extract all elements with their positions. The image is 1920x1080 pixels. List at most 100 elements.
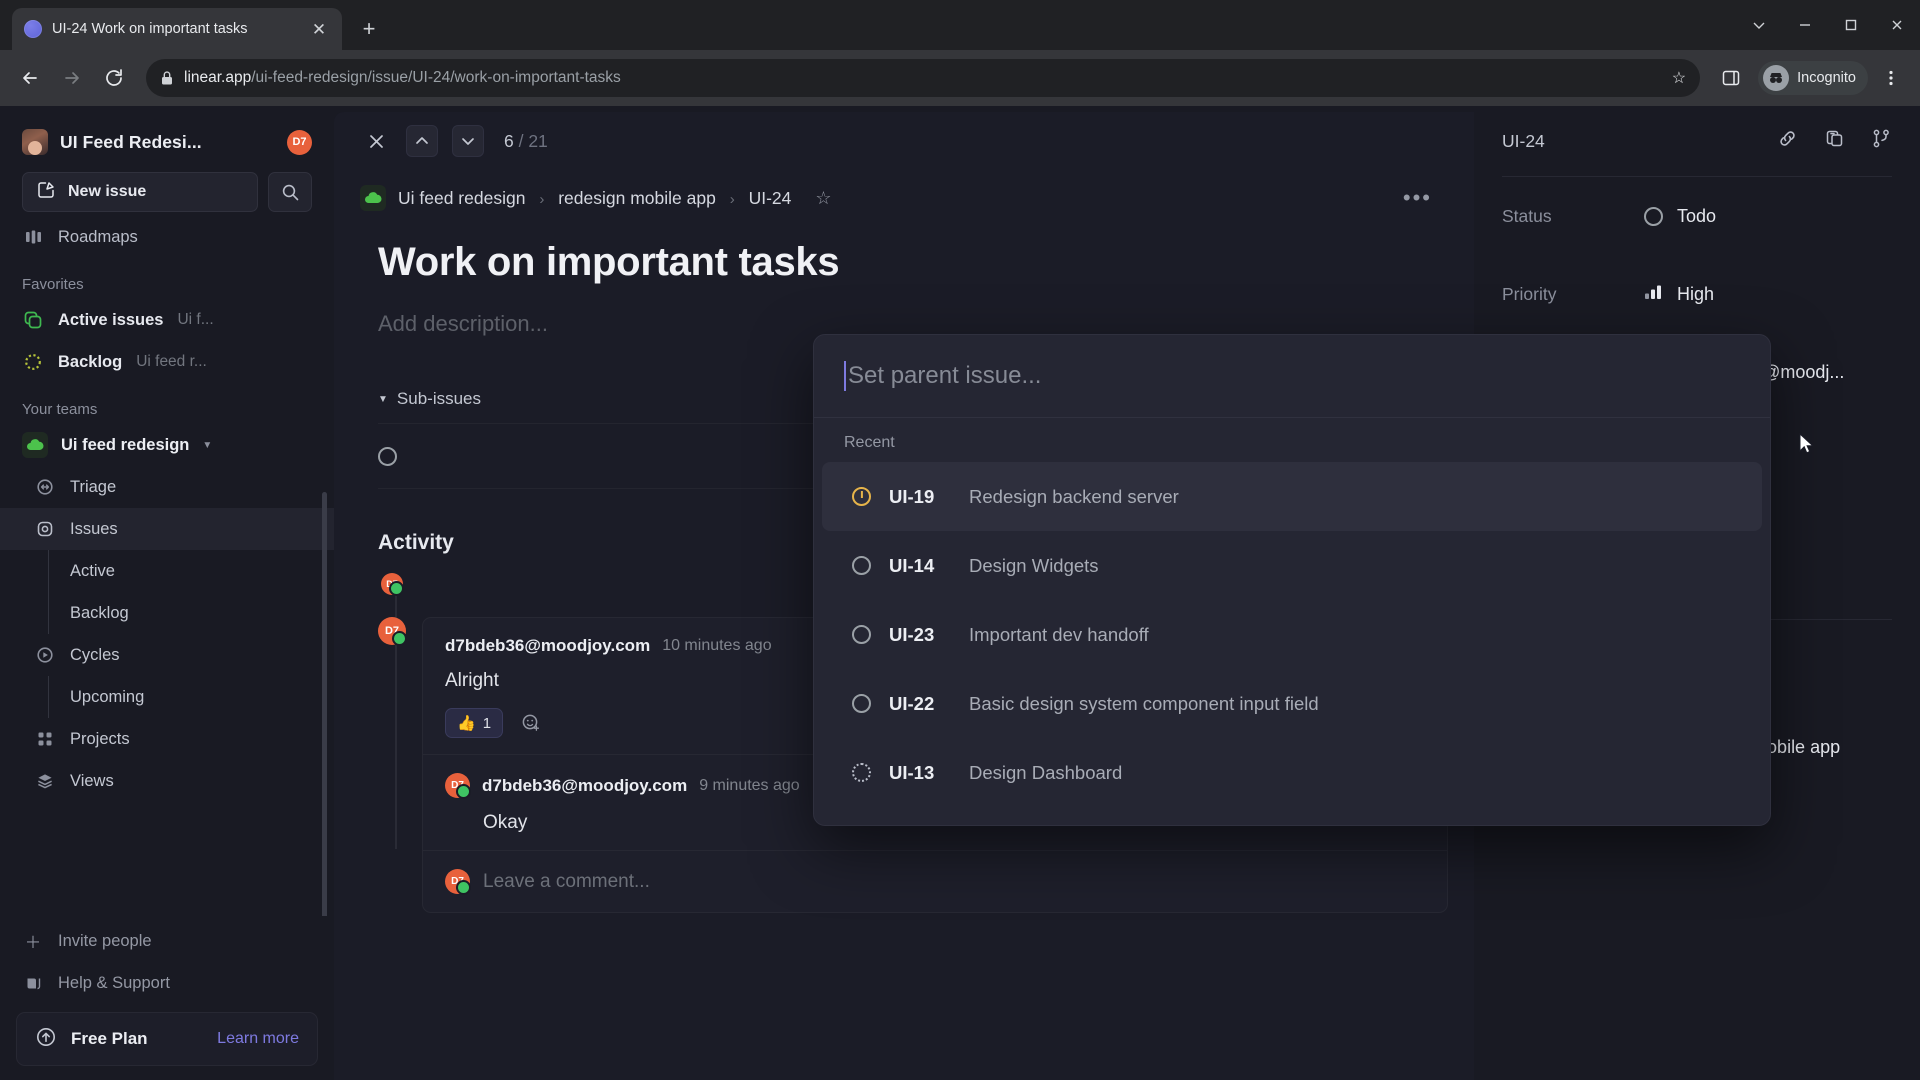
sidebar-item-label: Backlog [58, 352, 123, 371]
property-label: Status [1502, 205, 1552, 226]
property-label: Priority [1502, 283, 1557, 304]
sidebar-item-issues[interactable]: Issues [0, 508, 334, 550]
arrow-right-icon[interactable] [54, 60, 90, 96]
parent-issue-option-ui-19[interactable]: UI-19 Redesign backend server [822, 462, 1762, 531]
parent-issue-option-ui-13[interactable]: UI-13 Design Dashboard [822, 738, 1762, 807]
parent-issue-option-ui-14[interactable]: UI-14 Design Widgets [822, 531, 1762, 600]
sidebar-item-triage[interactable]: Triage [0, 466, 334, 508]
issue-id: UI-14 [889, 554, 935, 576]
comment-author[interactable]: d7bdeb36@moodjoy.com [445, 636, 650, 656]
reaction-count: 1 [482, 714, 492, 732]
popover-bottom-padding [814, 807, 1770, 825]
tree-line [48, 592, 49, 634]
breadcrumb-item-project[interactable]: redesign mobile app [558, 188, 716, 208]
sidebar-scrollbar[interactable] [322, 492, 327, 916]
properties-header: UI-24 [1474, 112, 1920, 170]
arrow-left-icon[interactable] [12, 60, 48, 96]
browser-tab[interactable]: UI-24 Work on important tasks ✕ [12, 8, 342, 50]
side-panel-icon[interactable] [1714, 61, 1748, 95]
incognito-indicator[interactable]: Incognito [1758, 61, 1868, 95]
sidebar-item-sub: Ui feed r... [136, 353, 207, 370]
address-bar[interactable]: linear.app/ui-feed-redesign/issue/UI-24/… [146, 59, 1701, 97]
tree-line [48, 550, 49, 592]
workspace-switcher[interactable]: UI Feed Redesi... D7 [22, 122, 312, 162]
issues-icon [34, 520, 56, 538]
cycles-icon [34, 646, 56, 664]
learn-more-link[interactable]: Learn more [217, 1030, 299, 1048]
invite-people-button[interactable]: ＋ Invite people [0, 920, 334, 962]
issue-title: Basic design system component input fiel… [969, 692, 1319, 714]
sidebar-item-active-issues[interactable]: Active issues Ui f... [0, 299, 334, 341]
issue-topbar: 6 / 21 [334, 112, 1474, 170]
favorites-section-label: Favorites [22, 276, 84, 293]
ellipsis-icon[interactable]: ••• [1403, 185, 1448, 211]
parent-issue-option-ui-23[interactable]: UI-23 Important dev handoff [822, 600, 1762, 669]
status-in-progress-icon [852, 487, 871, 506]
breadcrumb-item-issue[interactable]: UI-24 [749, 188, 792, 208]
star-icon[interactable]: ☆ [815, 188, 831, 209]
star-icon[interactable]: ☆ [1672, 68, 1686, 88]
sidebar-item-backlog[interactable]: Backlog [0, 592, 334, 634]
main-area: 6 / 21 Ui feed redesign › redesign mobil… [334, 106, 1920, 1080]
parent-issue-placeholder: Set parent issue... [848, 362, 1042, 389]
comment-composer[interactable]: D7 Leave a comment... [423, 851, 1447, 912]
chevron-up-icon[interactable] [406, 125, 438, 157]
lock-icon [160, 70, 174, 86]
sidebar-item-upcoming[interactable]: Upcoming [0, 676, 334, 718]
search-icon[interactable] [268, 172, 312, 212]
window-close-icon[interactable] [1874, 2, 1920, 48]
minimize-icon[interactable] [1782, 2, 1828, 48]
sidebar-item-label: Upcoming [70, 687, 145, 706]
breadcrumb-item-team[interactable]: Ui feed redesign [398, 188, 525, 208]
plan-name: Free Plan [71, 1029, 148, 1048]
sidebar-item-backlog-fav[interactable]: Backlog Ui feed r... [0, 341, 334, 383]
sidebar-actions: New issue [0, 162, 334, 212]
sidebar-team-header[interactable]: Ui feed redesign ▼ [0, 424, 334, 466]
property-value: High [1644, 284, 1714, 305]
reaction-chip[interactable]: 👍 1 [445, 708, 504, 738]
parent-issue-search-input[interactable]: Set parent issue... [814, 335, 1770, 417]
help-support-button[interactable]: Help & Support [0, 962, 334, 1004]
add-reaction-icon[interactable] [515, 708, 547, 738]
chevron-down-icon[interactable] [452, 125, 484, 157]
plan-card[interactable]: Free Plan Learn more [16, 1012, 318, 1066]
new-issue-button[interactable]: New issue [22, 172, 258, 212]
property-priority[interactable]: Priority High [1474, 255, 1920, 333]
property-value-text: High [1677, 283, 1715, 304]
linear-logo-icon [24, 20, 42, 38]
sidebar-item-cycles[interactable]: Cycles [0, 634, 334, 676]
roadmaps-icon [22, 229, 44, 245]
avatar[interactable]: D7 [287, 129, 312, 155]
close-icon[interactable] [360, 125, 392, 157]
copy-icon[interactable] [1824, 128, 1845, 154]
sidebar-item-views[interactable]: Views [0, 760, 334, 802]
sidebar-item-active[interactable]: Active [0, 550, 334, 592]
thumbs-up-icon: 👍 [457, 715, 476, 732]
plus-icon: ＋ [24, 934, 42, 952]
close-icon[interactable]: ✕ [308, 18, 330, 40]
linear-app: UI Feed Redesi... D7 New issue Roadmaps … [0, 106, 1920, 1080]
user-avatar [22, 129, 48, 155]
chevron-down-icon[interactable] [1736, 2, 1782, 48]
page-title[interactable]: Work on important tasks [378, 240, 1448, 285]
sidebar-team-name: Ui feed redesign [61, 435, 190, 454]
incognito-label: Incognito [1797, 70, 1856, 86]
set-parent-issue-popover: Set parent issue... Recent UI-19 Redesig… [813, 334, 1771, 826]
maximize-icon[interactable] [1828, 2, 1874, 48]
avatar: D7 [445, 773, 471, 799]
browser-window: UI-24 Work on important tasks ✕ + linear… [0, 0, 1920, 1080]
branch-icon[interactable] [1871, 128, 1892, 154]
sidebar-item-roadmaps[interactable]: Roadmaps [0, 216, 334, 258]
link-icon[interactable] [1777, 128, 1798, 154]
new-tab-button[interactable]: + [352, 12, 386, 46]
sidebar-item-projects[interactable]: Projects [0, 718, 334, 760]
reload-icon[interactable] [96, 60, 132, 96]
sidebar-item-label: Issues [70, 519, 118, 538]
parent-issue-option-ui-22[interactable]: UI-22 Basic design system component inpu… [822, 669, 1762, 738]
status-todo-icon [378, 446, 397, 466]
chevron-down-icon[interactable]: ▼ [202, 440, 212, 451]
kebab-menu-icon[interactable] [1874, 61, 1908, 95]
browser-toolbar: linear.app/ui-feed-redesign/issue/UI-24/… [0, 50, 1920, 106]
property-status[interactable]: Status Todo [1474, 177, 1920, 255]
comment-author[interactable]: d7bdeb36@moodjoy.com [482, 776, 687, 796]
